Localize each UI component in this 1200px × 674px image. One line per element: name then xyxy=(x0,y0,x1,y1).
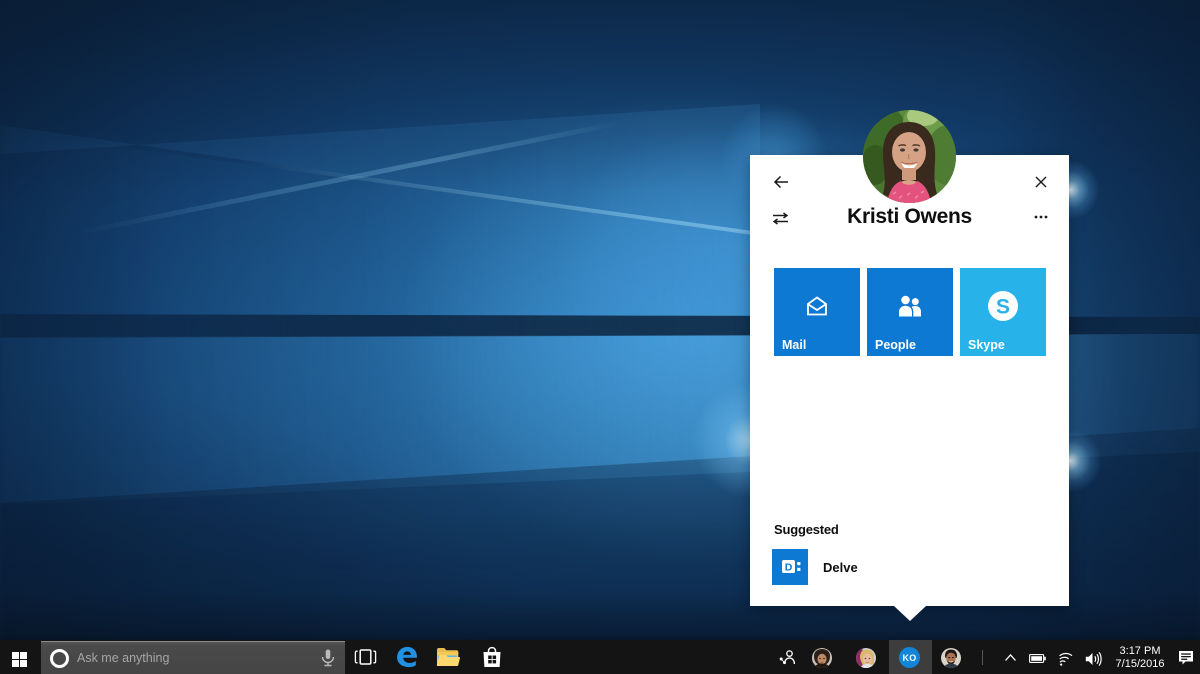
svg-text:D: D xyxy=(785,562,793,574)
svg-text:S: S xyxy=(996,296,1010,319)
